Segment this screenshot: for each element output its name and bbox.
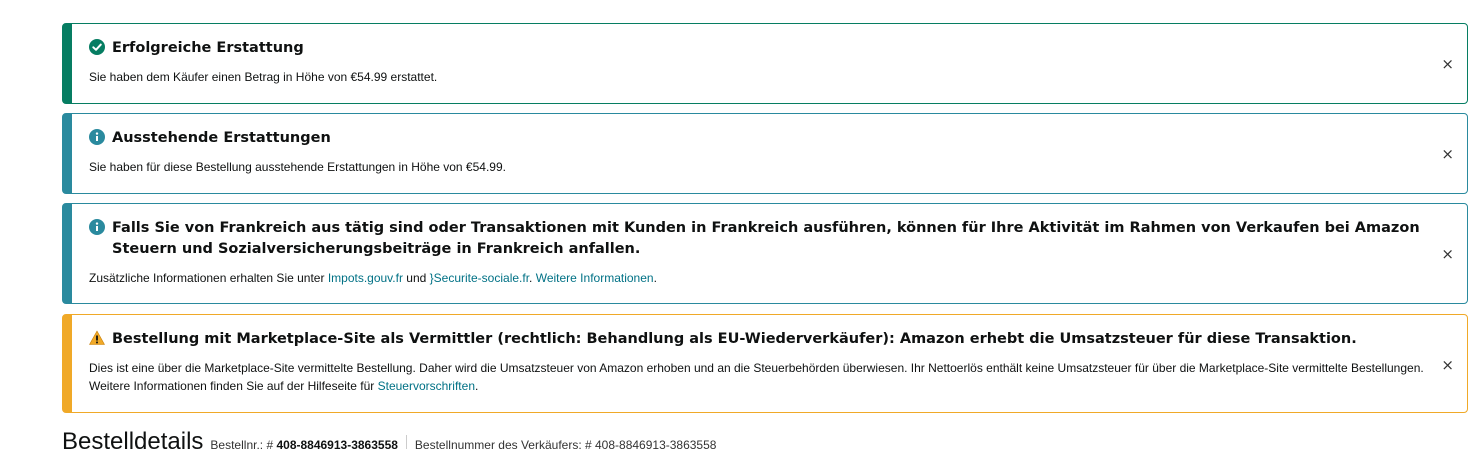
alert-body: Dies ist eine über die Marketplace-Site …	[89, 359, 1445, 395]
alert-body-text: .	[529, 271, 536, 285]
impots-link[interactable]: Impots.gouv.fr	[328, 271, 403, 285]
check-circle-icon	[89, 39, 105, 55]
france-tax-alert: Falls Sie von Frankreich aus tätig sind …	[62, 203, 1468, 304]
order-details-header: Bestelldetails Bestellnr.: # 408-8846913…	[62, 428, 716, 456]
alert-title: Falls Sie von Frankreich aus tätig sind …	[112, 220, 1420, 257]
info-circle-icon	[89, 219, 105, 235]
securite-sociale-link[interactable]: }Securite-sociale.fr	[430, 271, 529, 285]
order-number-label: Bestellnr.: #	[210, 438, 277, 452]
page-title: Bestelldetails	[62, 428, 204, 455]
refund-success-alert: Erfolgreiche Erstattung Sie haben dem Kä…	[62, 23, 1468, 104]
alert-body: Zusätzliche Informationen erhalten Sie u…	[89, 269, 1445, 287]
alert-title: Ausstehende Erstattungen	[112, 130, 331, 146]
seller-order-number: Bestellnummer des Verkäufers: # 408-8846…	[414, 438, 717, 452]
warning-triangle-icon	[89, 330, 105, 346]
alert-body: Sie haben dem Käufer einen Betrag in Höh…	[89, 70, 438, 84]
more-info-link[interactable]: Weitere Informationen	[536, 271, 654, 285]
alert-body-text: .	[653, 271, 657, 285]
tax-regulations-link[interactable]: Steuervorschriften	[378, 379, 475, 393]
close-icon[interactable]: ×	[1441, 146, 1454, 162]
info-circle-icon	[89, 129, 105, 145]
alert-header: Falls Sie von Frankreich aus tätig sind …	[89, 218, 1429, 260]
alert-body-text: und	[402, 271, 430, 285]
close-icon[interactable]: ×	[1441, 357, 1454, 373]
pending-refunds-alert: Ausstehende Erstattungen Sie haben für d…	[62, 113, 1468, 194]
alert-body-text: .	[475, 379, 479, 393]
close-icon[interactable]: ×	[1441, 56, 1454, 72]
alert-header: Erfolgreiche Erstattung	[89, 38, 1429, 59]
alert-body-text: Zusätzliche Informationen erhalten Sie u…	[89, 271, 328, 285]
order-number-value: 408-8846913-3863558	[276, 438, 398, 452]
alert-body-text: Dies ist eine über die Marketplace-Site …	[89, 361, 1424, 393]
alert-body: Sie haben für diese Bestellung ausstehen…	[89, 160, 506, 174]
order-number: Bestellnr.: # 408-8846913-3863558	[210, 438, 398, 452]
alert-header: Ausstehende Erstattungen	[89, 128, 1429, 149]
close-icon[interactable]: ×	[1441, 246, 1454, 262]
alert-title: Bestellung mit Marketplace-Site als Verm…	[112, 331, 1357, 347]
divider	[405, 435, 407, 449]
alert-header: Bestellung mit Marketplace-Site als Verm…	[89, 329, 1429, 350]
marketplace-vat-alert: Bestellung mit Marketplace-Site als Verm…	[62, 314, 1468, 413]
alert-title: Erfolgreiche Erstattung	[112, 40, 304, 56]
